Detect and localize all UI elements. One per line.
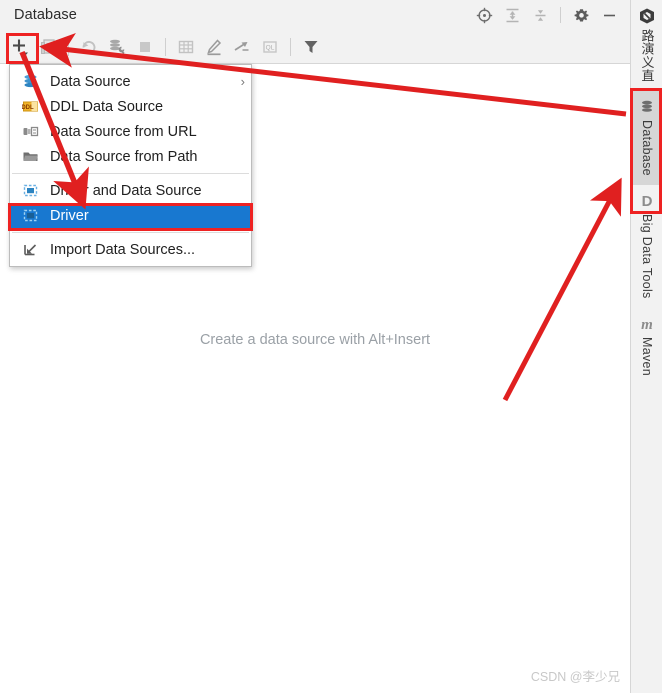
query-console-button: QL (256, 34, 284, 60)
refresh-button (75, 34, 103, 60)
menu-item-data-source[interactable]: Data Source › (10, 69, 251, 94)
database-icon (639, 98, 655, 116)
settings-gear-icon[interactable] (568, 3, 594, 27)
menu-item-label: Data Source from URL (50, 123, 197, 140)
database-toolbar: QL (0, 30, 630, 64)
stop-button (131, 34, 159, 60)
run-script-button (103, 34, 131, 60)
menu-item-ddl-data-source[interactable]: DDL DDL Data Source (10, 94, 251, 119)
menu-separator (12, 173, 249, 174)
svg-text:QL: QL (266, 44, 275, 51)
data-source-url-icon (20, 123, 40, 141)
toolbar-divider (68, 37, 69, 56)
menu-item-import-data-sources[interactable]: Import Data Sources... (10, 237, 251, 262)
rightbar-tab-database[interactable]: Database (631, 91, 662, 186)
right-tool-window-bar: 路演义直 Database D Big Data Tools m Maven (630, 0, 662, 693)
minimize-icon[interactable] (596, 3, 622, 27)
database-tool-window: Database QL Create a data source with Al… (0, 0, 662, 693)
menu-item-driver-and-data-source[interactable]: Driver and Data Source (10, 178, 251, 203)
import-data-sources-icon (20, 241, 40, 259)
menu-item-label: Data Source from Path (50, 148, 198, 165)
rightbar-tab-label: Maven (640, 336, 654, 376)
svg-text:D: D (642, 193, 653, 210)
driver-and-data-source-icon (20, 182, 40, 200)
table-editor-button (172, 34, 200, 60)
collapse-all-icon[interactable] (527, 3, 553, 27)
maven-icon: m (638, 315, 656, 333)
menu-item-label: Import Data Sources... (50, 241, 196, 258)
filter-button[interactable] (297, 34, 325, 60)
data-source-path-icon (20, 148, 40, 166)
rightbar-tab-label: Database (640, 120, 654, 177)
ddl-data-source-icon: DDL (20, 98, 40, 116)
rightbar-tab-label: 路演义直 (639, 29, 655, 83)
watermark: CSDN @李少兄 (530, 670, 620, 684)
svg-text:DDL: DDL (22, 105, 34, 111)
data-source-icon (20, 73, 40, 91)
duplicate-button (34, 34, 62, 60)
rightbar-tab-plugin[interactable]: 路演义直 (631, 0, 662, 91)
jump-to-source-button (228, 34, 256, 60)
menu-item-label: Driver (50, 207, 89, 224)
new-data-source-menu: Data Source › DDL DDL Data Source Data S… (9, 64, 252, 267)
menu-item-label: DDL Data Source (50, 98, 164, 115)
toolbar-divider-3 (290, 37, 291, 56)
big-data-tools-icon: D (638, 192, 656, 210)
modify-button (200, 34, 228, 60)
svg-text:m: m (641, 317, 653, 333)
menu-item-data-source-from-path[interactable]: Data Source from Path (10, 144, 251, 169)
tool-window-title-bar: Database (0, 0, 630, 31)
page-title: Database (14, 7, 77, 23)
menu-item-driver[interactable]: Driver (10, 203, 251, 228)
title-bar-divider (560, 7, 561, 23)
menu-item-label: Data Source (50, 73, 131, 90)
empty-state-hint: Create a data source with Alt+Insert (199, 332, 431, 348)
menu-separator-2 (12, 232, 249, 233)
plugin-icon (638, 7, 656, 25)
menu-item-data-source-from-url[interactable]: Data Source from URL (10, 119, 251, 144)
expand-all-icon[interactable] (499, 3, 525, 27)
rightbar-tab-maven[interactable]: m Maven (631, 308, 662, 385)
driver-icon (20, 207, 40, 225)
rightbar-tab-label: Big Data Tools (640, 214, 654, 299)
rightbar-tab-big-data-tools[interactable]: D Big Data Tools (631, 185, 662, 308)
chevron-right-icon: › (240, 74, 245, 89)
toolbar-divider-2 (165, 37, 166, 56)
locate-icon[interactable] (471, 3, 497, 27)
add-button[interactable] (6, 34, 34, 60)
title-bar-actions (471, 3, 630, 27)
menu-item-label: Driver and Data Source (50, 182, 202, 199)
